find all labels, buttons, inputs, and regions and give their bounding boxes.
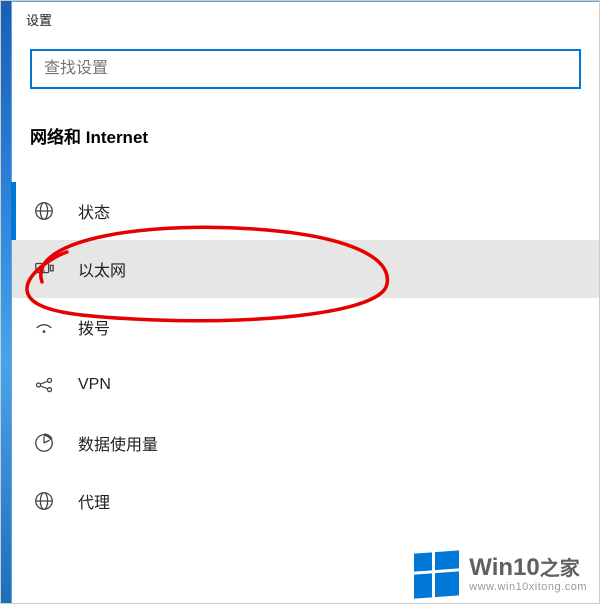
watermark: Win10之家 www.win10xitong.com <box>414 552 587 597</box>
desktop-edge <box>1 1 11 603</box>
globe-icon <box>32 199 56 223</box>
sidebar-menu: 状态 以太网 拨号 VPN 数据使用量 <box>12 166 599 530</box>
sidebar-item-label: VPN <box>78 376 111 394</box>
sidebar-item-label: 拨号 <box>78 315 110 339</box>
sidebar-item-label: 以太网 <box>78 257 126 281</box>
sidebar-item-label: 状态 <box>78 199 110 223</box>
sidebar-item-label: 数据使用量 <box>78 431 158 455</box>
sidebar-item-dialup[interactable]: 拨号 <box>12 298 599 356</box>
window-title: 设置 <box>12 2 599 33</box>
section-title: 网络和 Internet <box>12 99 599 166</box>
sidebar-item-vpn[interactable]: VPN <box>12 356 599 414</box>
watermark-brand: Win10 <box>469 554 539 581</box>
search-container <box>12 33 599 99</box>
vpn-icon <box>32 373 56 397</box>
watermark-suffix: 之家 <box>540 558 580 580</box>
proxy-icon <box>32 489 56 513</box>
watermark-url: www.win10xitong.com <box>469 582 587 593</box>
watermark-text: Win10之家 www.win10xitong.com <box>469 556 587 593</box>
ethernet-icon <box>32 257 56 281</box>
sidebar-item-ethernet[interactable]: 以太网 <box>12 240 599 298</box>
windows-logo-icon <box>414 550 459 598</box>
dialup-icon <box>32 315 56 339</box>
sidebar-item-status[interactable]: 状态 <box>12 182 599 240</box>
sidebar-item-proxy[interactable]: 代理 <box>12 472 599 530</box>
data-usage-icon <box>32 431 56 455</box>
settings-window: 设置 网络和 Internet 状态 以太网 拨号 <box>11 1 599 603</box>
sidebar-item-label: 代理 <box>78 489 110 513</box>
search-input[interactable] <box>30 49 581 89</box>
sidebar-item-data-usage[interactable]: 数据使用量 <box>12 414 599 472</box>
